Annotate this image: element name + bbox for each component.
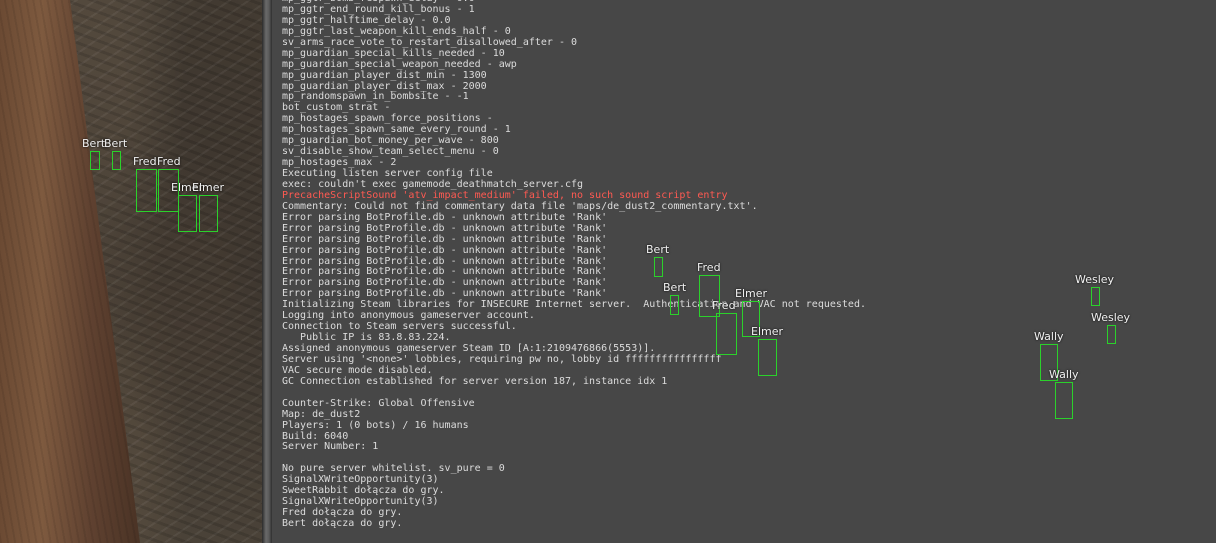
bot-box [112, 151, 121, 170]
bot-box [178, 195, 197, 232]
bot-name: Wesley [1091, 311, 1131, 324]
bot-name: Fred [697, 261, 721, 274]
bot-box [1055, 382, 1073, 419]
console-line: mp_guardian_player_dist_min - 1300 [282, 69, 487, 81]
bot-name: Fred [712, 299, 736, 312]
bot-box [758, 339, 777, 376]
bot-box [136, 169, 157, 212]
bot-name: Elmer [192, 181, 225, 194]
bot-name: Bert [663, 281, 687, 294]
console-line: Error parsing BotProfile.db - unknown at… [282, 222, 608, 234]
bot-name: Wally [1034, 330, 1064, 343]
console-line: Bert dołącza do gry. [282, 518, 403, 529]
bot-name: Elmer [735, 287, 768, 300]
console-line: Players: 1 (0 bots) / 16 humans [282, 419, 469, 431]
bot-box [716, 313, 737, 355]
bot-name: Fred [133, 155, 157, 168]
bot-name: Fred [157, 155, 181, 168]
console-line: mp_guardian_special_weapon_needed - awp [282, 58, 517, 70]
console-line: mp_guardian_special_kills_needed - 10 [282, 47, 505, 59]
console-line: Error parsing BotProfile.db - unknown at… [282, 244, 608, 256]
bot-box [90, 151, 100, 170]
bot-name: Wesley [1075, 273, 1115, 286]
bot-box [1091, 287, 1100, 306]
bot-box [670, 295, 679, 315]
bot-name: Elmer [751, 325, 784, 338]
bot-name: Bert [104, 137, 128, 150]
console-line: Map: de_dust2 [282, 408, 361, 420]
bot-name: Wally [1049, 368, 1079, 381]
console-line: Server Number: 1 [282, 441, 379, 453]
bot-box [1107, 325, 1116, 344]
bot-box [199, 195, 218, 232]
bot-box [654, 257, 663, 277]
console-border [262, 0, 272, 543]
developer-console[interactable]: mp_ggtr_bomb_respawn_delay - 0.0mp_ggtr_… [272, 0, 1216, 543]
console-line: GC Connection established for server ver… [282, 375, 668, 387]
console-line: Counter-Strike: Global Offensive [282, 397, 475, 409]
console-output: mp_ggtr_bomb_respawn_delay - 0.0mp_ggtr_… [282, 0, 866, 530]
bot-name: Bert [646, 243, 670, 256]
bot-name: Bert [82, 137, 106, 150]
console-line: Error parsing BotProfile.db - unknown at… [282, 233, 608, 245]
